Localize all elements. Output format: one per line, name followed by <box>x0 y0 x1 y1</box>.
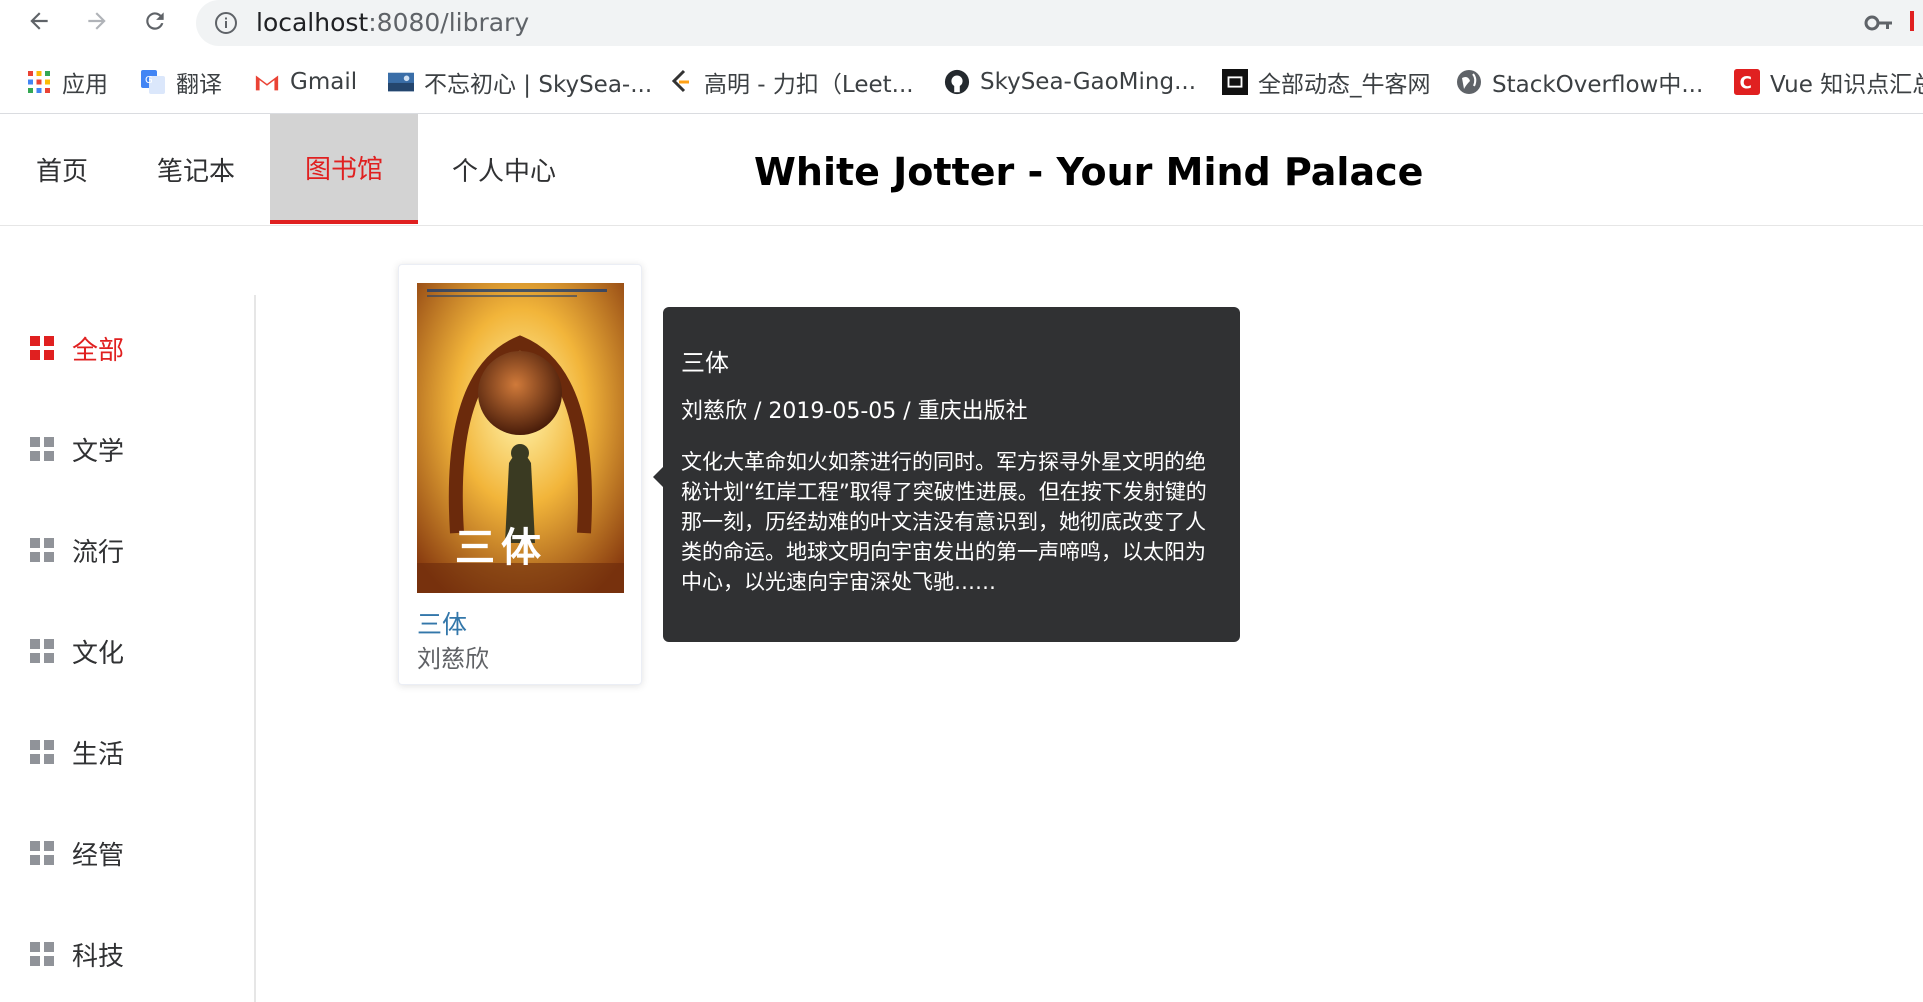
reload-icon <box>146 12 164 30</box>
book-tooltip: 三体 刘慈欣 / 2019-05-05 / 重庆出版社 文化大革命如火如荼进行的… <box>653 307 1240 642</box>
browser-toolbar: localhost:8080/library <box>0 0 1923 46</box>
url-path: :8080/library <box>368 8 530 37</box>
grid-icon <box>30 639 54 663</box>
landscape-thumbnail-icon <box>388 69 414 95</box>
globe-icon <box>1456 69 1482 95</box>
reload-button[interactable] <box>140 6 170 36</box>
bookmark-label: 全部动态_牛客网 <box>1258 72 1431 98</box>
category-label: 流行 <box>72 537 125 568</box>
url-host: localhost <box>256 8 369 37</box>
category-label: 全部 <box>72 335 125 366</box>
tooltip-arrow <box>653 466 664 488</box>
nav-home[interactable]: 首页 <box>14 114 110 224</box>
grid-icon <box>30 942 54 966</box>
app-header: 首页 笔记本 图书馆 个人中心 White Jotter - Your Mind… <box>0 114 1923 226</box>
bookmark-apps[interactable]: 应用 <box>26 60 108 104</box>
nav-library[interactable]: 图书馆 <box>270 114 418 224</box>
bookmark-label: 应用 <box>62 72 108 98</box>
cover-title-text: 三体 <box>455 525 547 571</box>
bookmark-nowcoder[interactable]: 全部动态_牛客网 <box>1222 60 1431 104</box>
bookmark-label: Vue 知识点汇总 <box>1770 72 1923 98</box>
tooltip-meta: 刘慈欣 / 2019-05-05 / 重庆出版社 <box>681 399 1028 424</box>
extension-partial-icon[interactable] <box>1908 9 1920 33</box>
book-cover[interactable]: 三体 <box>417 283 624 593</box>
address-input[interactable]: localhost:8080/library <box>196 0 1923 46</box>
category-literature[interactable]: 文学 <box>0 419 254 479</box>
grid-icon <box>30 740 54 764</box>
bookmark-csdn-vue[interactable]: C Vue 知识点汇总 <box>1734 60 1923 104</box>
site-info-icon[interactable] <box>214 11 238 35</box>
bookmark-translate[interactable]: G 翻译 <box>140 60 222 104</box>
category-label: 经管 <box>72 840 125 871</box>
google-translate-icon: G <box>140 69 166 95</box>
category-business[interactable]: 经管 <box>0 823 254 883</box>
category-label: 文学 <box>72 436 125 467</box>
bookmark-stackoverflow[interactable]: StackOverflow中... <box>1456 60 1703 104</box>
bookmark-label: Gmail <box>290 69 358 95</box>
back-button[interactable] <box>24 6 54 36</box>
category-all[interactable]: 全部 <box>0 318 254 378</box>
grid-icon <box>30 841 54 865</box>
gmail-icon <box>254 69 280 95</box>
bookmark-leetcode[interactable]: 高明 - 力扣（Leet... <box>668 60 914 104</box>
book-title[interactable]: 三体 <box>417 605 467 641</box>
svg-text:C: C <box>1740 73 1752 93</box>
back-arrow-icon <box>30 12 48 30</box>
tooltip-description: 文化大革命如火如荼进行的同时。军方探寻外星文明的绝秘计划“红岸工程”取得了突破性… <box>681 450 1207 594</box>
bookmark-github[interactable]: SkySea-GaoMing... <box>944 60 1196 104</box>
bookmark-label: StackOverflow中... <box>1492 72 1704 98</box>
bookmark-label: 高明 - 力扣（Leet... <box>704 72 914 98</box>
tooltip-title: 三体 <box>681 349 729 377</box>
nav-notebook[interactable]: 笔记本 <box>138 114 254 224</box>
category-culture[interactable]: 文化 <box>0 621 254 681</box>
category-sidebar: 全部 文学 流行 文化 生活 经管 科技 <box>0 295 256 1002</box>
grid-icon <box>30 437 54 461</box>
bookmark-gmail[interactable]: Gmail <box>254 60 357 104</box>
category-popular[interactable]: 流行 <box>0 520 254 580</box>
bookmarks-bar: 应用 G 翻译 Gmail 不忘初心 | SkySea-... 高明 - 力扣（… <box>0 60 1923 104</box>
category-life[interactable]: 生活 <box>0 722 254 782</box>
nav-profile[interactable]: 个人中心 <box>436 114 572 224</box>
forward-button[interactable] <box>82 6 112 36</box>
grid-icon <box>30 336 54 360</box>
bookmark-label: 翻译 <box>176 72 222 98</box>
forward-arrow-icon <box>88 12 106 30</box>
bookmark-label: 不忘初心 | SkySea-... <box>424 72 653 98</box>
bookmark-skysea-blog[interactable]: 不忘初心 | SkySea-... <box>388 60 652 104</box>
svg-text:G: G <box>145 75 153 86</box>
category-label: 生活 <box>72 739 125 770</box>
category-technology[interactable]: 科技 <box>0 924 254 984</box>
book-card[interactable]: 三体 三体 刘慈欣 <box>398 264 642 685</box>
nowcoder-icon <box>1222 69 1248 95</box>
book-author: 刘慈欣 <box>417 645 489 673</box>
bookmark-label: SkySea-GaoMing... <box>980 69 1197 95</box>
grid-icon <box>30 538 54 562</box>
password-key-icon[interactable] <box>1864 11 1894 35</box>
category-label: 文化 <box>72 638 125 669</box>
category-label: 科技 <box>72 941 125 972</box>
apps-grid-icon <box>26 69 52 95</box>
csdn-icon: C <box>1734 69 1760 95</box>
url-text: localhost:8080/library <box>256 8 529 37</box>
app-title: White Jotter - Your Mind Palace <box>754 150 1424 194</box>
leetcode-icon <box>668 69 694 95</box>
github-icon <box>944 69 970 95</box>
